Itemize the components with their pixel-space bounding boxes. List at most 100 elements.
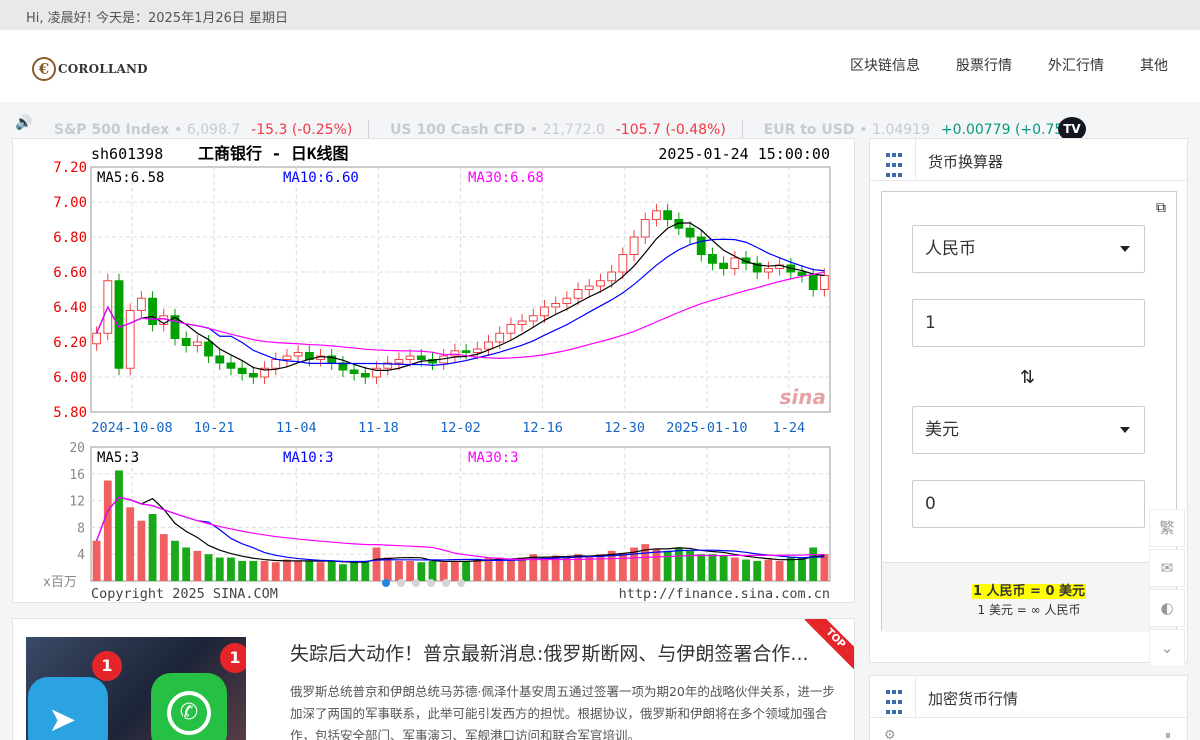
ticker-item[interactable]: S&P 500 Index • 6,098.7 -15.3 (-0.25%)	[54, 122, 352, 138]
volume-bar	[529, 554, 538, 581]
carousel-dot[interactable]	[382, 579, 390, 587]
volume-bar	[103, 480, 112, 581]
speaker-icon[interactable]: 🔊	[15, 115, 32, 131]
date-tick-label: 11-04	[276, 420, 317, 436]
kline-chart-card[interactable]: 7.20 7.00 6.80 6.60 6.40 6.20 6.00 5.80 20 16 12 8 4…	[12, 138, 855, 603]
candle-body	[92, 332, 102, 345]
candle-body	[562, 297, 572, 304]
candle-body	[797, 271, 807, 276]
grid-icon	[870, 676, 916, 718]
ticker-item[interactable]: US 100 Cash CFD • 21,772.0 -105.7 (-0.48…	[390, 122, 726, 138]
volume-bar	[428, 560, 437, 581]
volume-bar	[372, 547, 381, 581]
carousel-dot[interactable]	[412, 579, 420, 587]
candle-body	[573, 289, 583, 299]
volume-tick-label: 8	[77, 521, 85, 536]
volume-bar	[798, 557, 806, 581]
candle-body	[461, 350, 471, 353]
candle-body	[663, 210, 673, 220]
site-logo[interactable]: € COROLLAND	[32, 57, 148, 81]
main-nav: 区块链信息 股票行情 外汇行情 其他	[832, 30, 1200, 102]
candle-body	[237, 367, 247, 374]
nav-item-forex[interactable]: 外汇行情	[1030, 30, 1122, 102]
volume-bar	[574, 554, 582, 581]
rate-main: 1 人民币 = 0 美元	[971, 584, 1087, 599]
nav-item-blockchain[interactable]: 区块链信息	[832, 30, 938, 102]
candle-body	[708, 254, 717, 264]
price-tick-label: 5.80	[53, 405, 87, 421]
volume-bar	[697, 554, 706, 581]
candle-body	[696, 236, 706, 255]
candle-body	[293, 352, 303, 357]
volume-bar	[271, 562, 280, 581]
telegram-icon: ➤	[28, 677, 108, 740]
volume-bar	[204, 554, 213, 581]
ticker-item[interactable]: EUR to USD • 1.04919 +0.00779 (+0.75%)	[764, 122, 1082, 138]
volume-bar	[238, 560, 247, 581]
nav-item-other[interactable]: 其他	[1122, 30, 1200, 102]
price-tick-label: 6.20	[53, 335, 87, 351]
volume-bar	[193, 550, 202, 581]
ma-legend-label: MA30:6.68	[468, 170, 544, 186]
volume-bar	[305, 560, 314, 581]
candle-body	[136, 297, 146, 311]
candle-body	[360, 373, 370, 378]
carousel-dot[interactable]	[397, 579, 405, 587]
chart-datetime: 2025-01-24 15:00:00	[658, 145, 830, 163]
candle-body	[819, 275, 829, 290]
wechat-icon[interactable]: ✉	[1149, 549, 1185, 587]
from-currency-value: 人民币	[925, 239, 976, 259]
volume-bar	[730, 557, 739, 581]
ticker-value: 21,772.0	[542, 122, 605, 138]
volume-unit-label: x百万	[43, 575, 77, 590]
external-link-icon[interactable]: ⧉	[1156, 200, 1166, 216]
result-input[interactable]: 0	[912, 480, 1145, 528]
candle-body	[596, 280, 605, 287]
ticker-name: S&P 500 Index	[54, 122, 170, 138]
greeting-text: Hi, 凌晨好! 今天是：2025年1月26日 星期日	[26, 11, 289, 26]
news-title[interactable]: 失踪后大动作！普京最新消息:俄罗斯断网、与伊朗签署合作...	[290, 639, 835, 666]
crypto-widget: 加密货币行情 ⚙ ⏸	[869, 675, 1188, 740]
volume-bar	[215, 557, 224, 581]
from-currency-select[interactable]: 人民币	[912, 225, 1145, 273]
volume-bar	[339, 564, 347, 581]
carousel-dot[interactable]	[457, 579, 465, 587]
ma-legend-label: MA10:6.60	[283, 170, 359, 186]
news-card[interactable]: ➤ 1 ✆ 1 失踪后大动作！普京最新消息:俄罗斯断网、与伊朗签署合作... 俄…	[12, 618, 855, 740]
volume-bar	[137, 520, 146, 581]
nav-item-stocks[interactable]: 股票行情	[938, 30, 1030, 102]
volume-bar	[406, 560, 415, 581]
volume-bar	[148, 514, 157, 581]
rate-result: 1 人民币 = 0 美元 1 美元 = ∞ 人民币	[882, 562, 1176, 632]
carousel-dot[interactable]	[442, 579, 450, 587]
volume-ma-legend-label: MA30:3	[468, 450, 519, 466]
candle-body	[125, 310, 135, 369]
theme-toggle-icon[interactable]: ◐	[1149, 589, 1185, 627]
volume-bar	[462, 560, 471, 581]
candle-body	[685, 227, 695, 238]
news-thumbnail[interactable]: ➤ 1 ✆ 1	[26, 637, 246, 740]
date-tick-label: 10-21	[194, 420, 235, 436]
volume-bar	[383, 557, 392, 581]
volume-ma-legend-label: MA5:3	[97, 450, 139, 466]
to-currency-select[interactable]: 美元	[912, 406, 1145, 454]
pause-icon[interactable]: ⏸	[1165, 728, 1171, 740]
candle-body	[282, 355, 292, 360]
source-url-label: http://finance.sina.com.cn	[619, 586, 830, 602]
ticker-name: US 100 Cash CFD	[390, 122, 525, 138]
volume-tick-label: 20	[69, 441, 85, 456]
volume-bar	[260, 560, 269, 581]
chevron-down-icon[interactable]: ⌄	[1149, 629, 1185, 667]
logo-text: COROLLAND	[58, 62, 148, 76]
notification-badge: 1	[92, 651, 122, 681]
gear-icon[interactable]: ⚙	[884, 728, 896, 740]
caret-down-icon	[1120, 427, 1130, 433]
traditional-chinese-toggle[interactable]: 繁	[1149, 509, 1185, 547]
site-header: € COROLLAND 区块链信息 股票行情 外汇行情 其他	[0, 30, 1200, 102]
whatsapp-icon: ✆	[151, 673, 227, 740]
carousel-dot[interactable]	[427, 579, 435, 587]
swap-icon[interactable]: ⇅	[1020, 367, 1035, 388]
volume-bar	[115, 470, 123, 581]
amount-input[interactable]: 1	[912, 299, 1145, 347]
volume-bar	[540, 557, 549, 581]
